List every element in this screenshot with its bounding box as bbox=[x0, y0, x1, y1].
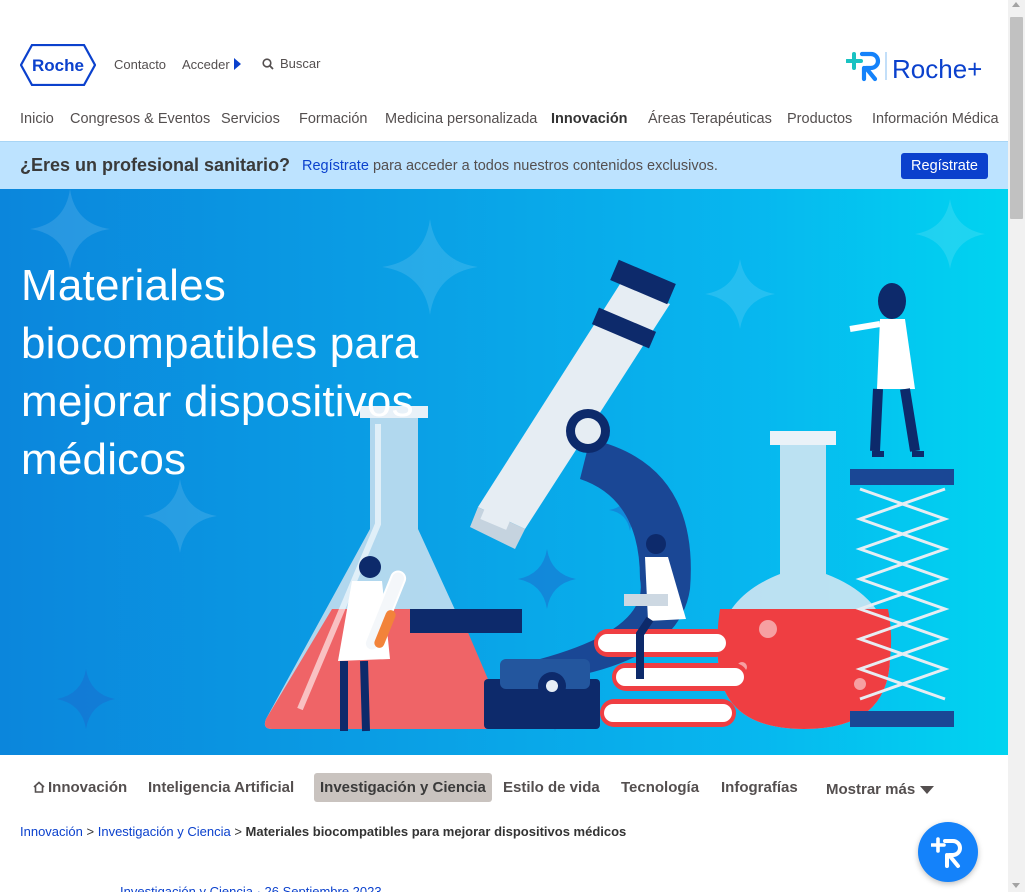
show-more-label: Mostrar más bbox=[826, 781, 916, 798]
breadcrumb-current: Materiales biocompatibles para mejorar d… bbox=[245, 824, 627, 839]
roche-logo[interactable]: Roche bbox=[20, 44, 96, 86]
nav-item-medicina-personalizada[interactable]: Medicina personalizada bbox=[385, 111, 537, 127]
breadcrumb: Innovación > Investigación y Ciencia > M… bbox=[20, 824, 626, 839]
nav-item-congresos[interactable]: Congresos & Eventos bbox=[70, 111, 210, 127]
scroll-down-icon[interactable] bbox=[1012, 883, 1020, 888]
tab-innovacion-label: Innovación bbox=[48, 779, 128, 796]
contact-link[interactable]: Contacto bbox=[114, 57, 166, 72]
hero-banner: Materiales biocompatibles para mejorar d… bbox=[0, 189, 1008, 755]
roche-plus-logo[interactable]: Roche+ bbox=[846, 48, 986, 84]
tab-tecnologia[interactable]: Tecnología bbox=[615, 773, 705, 802]
search-button[interactable]: Buscar bbox=[262, 56, 320, 71]
login-link[interactable]: Acceder bbox=[182, 57, 241, 72]
nav-item-innovacion[interactable]: Innovación bbox=[551, 111, 628, 127]
search-placeholder: Buscar bbox=[280, 56, 321, 71]
woman-scientist-figure bbox=[849, 283, 924, 457]
scroll-up-icon[interactable] bbox=[1012, 2, 1020, 7]
breadcrumb-separator: > bbox=[234, 824, 242, 839]
pro-banner-rest: para acceder a todos nuestros contenidos… bbox=[372, 158, 718, 174]
main-nav: Inicio Congresos & Eventos Servicios For… bbox=[20, 111, 1000, 131]
pro-banner-question: ¿Eres un profesional sanitario? bbox=[20, 155, 291, 175]
caret-down-icon bbox=[920, 786, 935, 794]
login-label: Acceder bbox=[182, 57, 230, 72]
pro-banner-text: Regístrate para acceder a todos nuestros… bbox=[302, 158, 718, 174]
register-link[interactable]: Regístrate bbox=[302, 158, 369, 174]
page: Roche Contacto Acceder Buscar Roche+ Ini… bbox=[0, 0, 1008, 892]
roche-plus-text: Roche+ bbox=[892, 54, 982, 84]
page-scrollbar[interactable] bbox=[1008, 0, 1025, 892]
home-icon bbox=[33, 781, 45, 793]
tab-estilo-de-vida[interactable]: Estilo de vida bbox=[497, 773, 606, 802]
roche-plus-icon bbox=[931, 837, 962, 868]
roche-plus-chat-button[interactable] bbox=[918, 822, 978, 882]
tab-inteligencia-artificial[interactable]: Inteligencia Artificial bbox=[142, 773, 300, 802]
hero-title: Materiales biocompatibles para mejorar d… bbox=[21, 261, 419, 484]
pro-banner: ¿Eres un profesional sanitario? Regístra… bbox=[0, 141, 1008, 189]
scroll-thumb[interactable] bbox=[1010, 17, 1023, 219]
books-shape bbox=[594, 629, 748, 727]
nav-item-servicios[interactable]: Servicios bbox=[221, 111, 280, 127]
breadcrumb-separator: > bbox=[86, 824, 95, 839]
show-more-button[interactable]: Mostrar más bbox=[820, 775, 940, 804]
nav-item-areas-terapeuticas[interactable]: Áreas Terapéuticas bbox=[648, 111, 772, 127]
header: Roche Contacto Acceder Buscar Roche+ bbox=[20, 44, 990, 88]
roche-logo-text: Roche bbox=[32, 56, 84, 75]
nav-item-formacion[interactable]: Formación bbox=[299, 111, 368, 127]
tab-investigacion-y-ciencia[interactable]: Investigación y Ciencia bbox=[314, 773, 492, 802]
tab-innovacion[interactable]: Innovación bbox=[27, 773, 133, 802]
nav-item-inicio[interactable]: Inicio bbox=[20, 111, 54, 127]
search-icon bbox=[262, 58, 274, 70]
register-button[interactable]: Regístrate bbox=[901, 153, 988, 179]
category-tabs: Innovación Inteligencia Artificial Inves… bbox=[20, 773, 1000, 803]
breadcrumb-link-innovacion[interactable]: Innovación bbox=[20, 824, 83, 839]
nav-item-productos[interactable]: Productos bbox=[787, 111, 852, 127]
breadcrumb-link-investigacion[interactable]: Investigación y Ciencia bbox=[98, 824, 231, 839]
tab-infografias[interactable]: Infografías bbox=[715, 773, 804, 802]
caret-right-icon bbox=[233, 58, 241, 70]
article-meta: Investigación y Ciencia · 26 Septiembre … bbox=[120, 884, 382, 892]
nav-item-informacion-medica[interactable]: Información Médica bbox=[872, 111, 999, 127]
